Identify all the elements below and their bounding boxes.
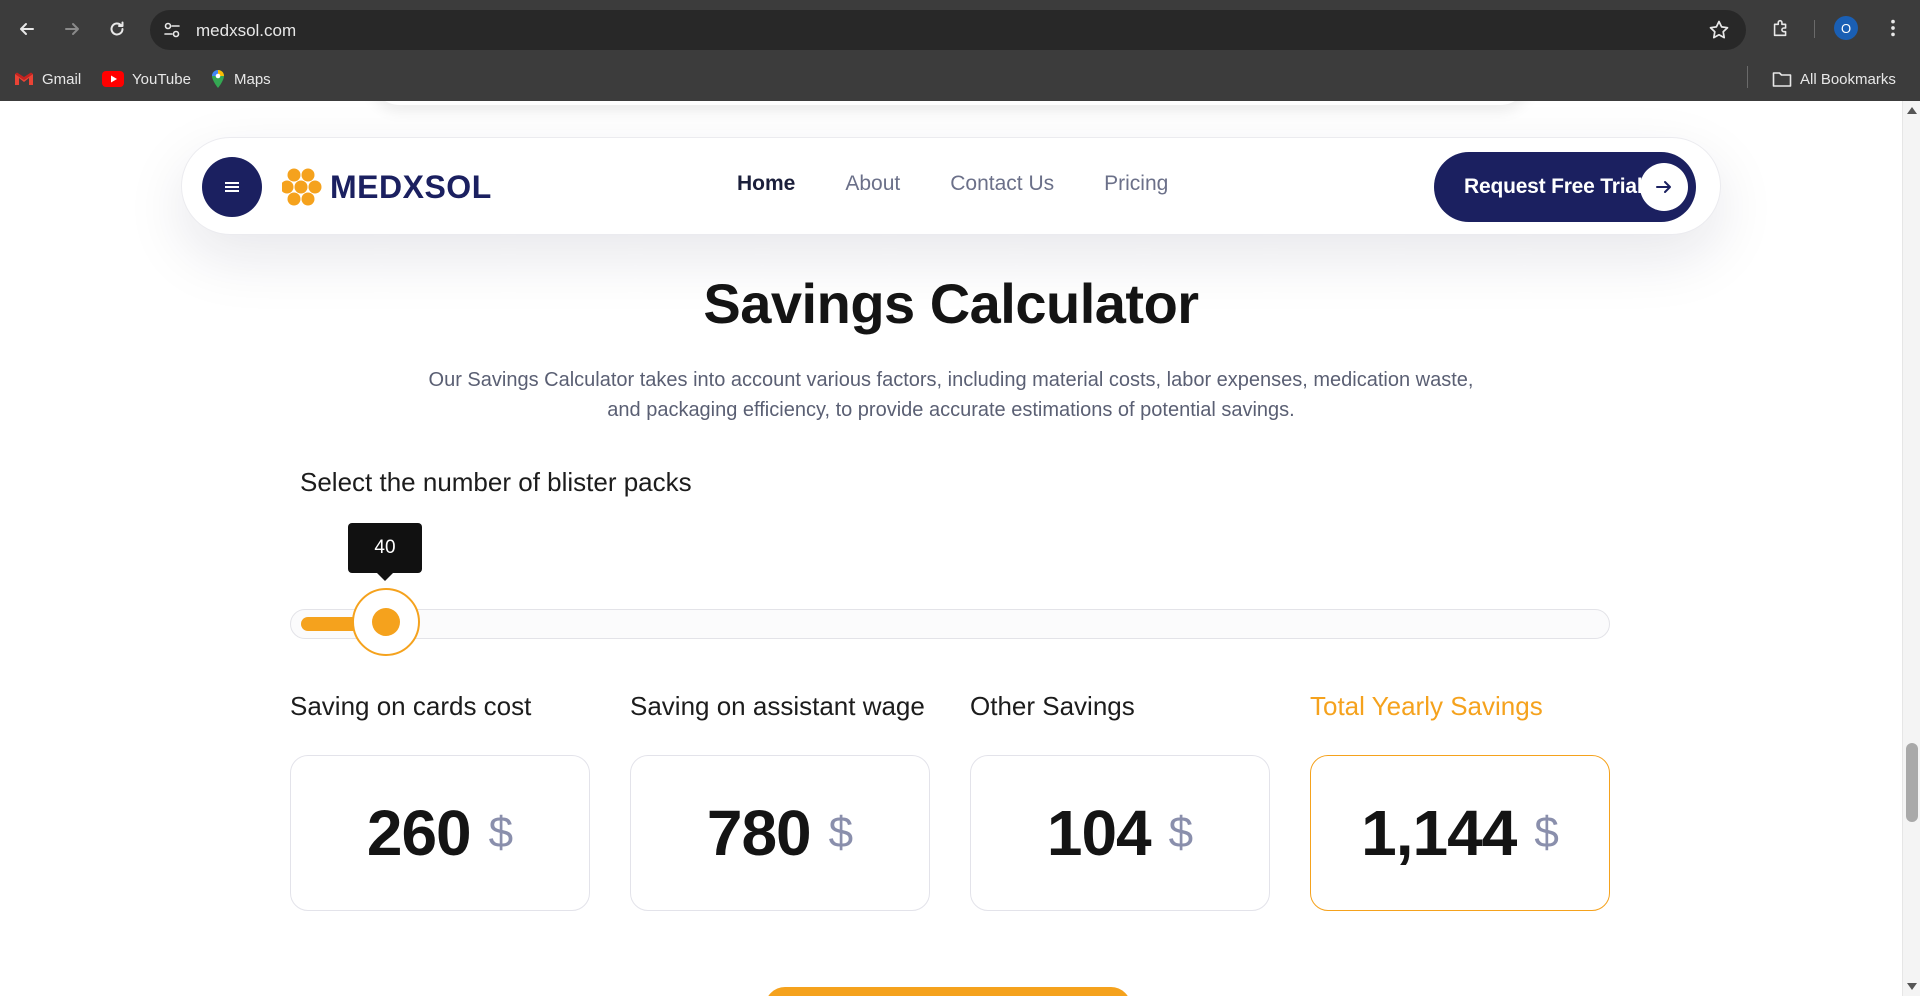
previous-header-shadow (370, 101, 1530, 105)
profile-avatar[interactable]: O (1834, 16, 1858, 40)
bookmark-star-icon[interactable] (1708, 19, 1730, 41)
currency-unit: $ (828, 808, 854, 857)
hamburger-icon (225, 186, 239, 188)
stat-value: 1,144 (1361, 797, 1517, 869)
stat-value: 780 (706, 797, 812, 869)
stat-card-other-savings: 104 $ (970, 755, 1270, 911)
currency-unit: $ (1168, 808, 1194, 857)
all-bookmarks-label: All Bookmarks (1800, 70, 1896, 88)
extensions-button[interactable] (1768, 15, 1794, 41)
stat-label-other-savings: Other Savings (970, 691, 1135, 721)
stat-value: 104 (1046, 797, 1152, 869)
site-header: MEDXSOL Home About Contact Us Pricing Re… (181, 137, 1721, 235)
currency-unit: $ (488, 808, 514, 857)
section-title: Savings Calculator (703, 272, 1199, 335)
nav-pricing[interactable]: Pricing (1104, 172, 1168, 196)
bookmark-label: Maps (234, 70, 271, 88)
forward-arrow-icon (65, 23, 79, 35)
maps-icon (212, 70, 224, 88)
cta-label: Request Free Trial (1464, 175, 1643, 198)
browser-menu-button[interactable] (1880, 15, 1906, 41)
stat-card-cards-cost: 260 $ (290, 755, 590, 911)
back-button[interactable] (12, 14, 42, 44)
toolbar-divider (1814, 20, 1815, 38)
all-bookmarks-button[interactable]: All Bookmarks (1772, 66, 1896, 92)
bookmarks-bar: Gmail YouTube Maps All Bookmarks (0, 58, 1920, 101)
hamburger-menu-button[interactable] (202, 157, 262, 217)
section-subtitle: Our Savings Calculator takes into accoun… (428, 369, 1474, 421)
nav-about[interactable]: About (845, 172, 900, 196)
site-settings-icon[interactable] (162, 20, 182, 40)
puzzle-icon (1773, 19, 1787, 37)
slider-thumb[interactable] (352, 588, 420, 656)
stat-card-assistant-wage: 780 $ (630, 755, 930, 911)
stat-label-total-yearly: Total Yearly Savings (1310, 691, 1543, 721)
slider-label: Select the number of blister packs (300, 467, 692, 497)
scrollbar-thumb[interactable] (1906, 743, 1918, 822)
browser-toolbar: medxsol.com O (0, 0, 1920, 58)
gmail-icon (15, 72, 33, 85)
scroll-down-arrow-icon[interactable] (1907, 983, 1917, 990)
calculate-button[interactable] (765, 987, 1131, 996)
page-viewport: MEDXSOL Home About Contact Us Pricing Re… (0, 101, 1902, 996)
stat-label-cards-cost: Saving on cards cost (290, 691, 532, 721)
bookmark-youtube[interactable]: YouTube (102, 66, 191, 92)
blister-packs-slider-track[interactable] (290, 609, 1610, 639)
browser-chrome: medxsol.com O Gmail YouTube Maps All Boo… (0, 0, 1920, 101)
address-bar[interactable]: medxsol.com (150, 10, 1746, 50)
honeycomb-logo-icon (282, 168, 322, 206)
kebab-menu-icon (1891, 19, 1895, 37)
stat-value: 260 (366, 797, 472, 869)
bookmark-label: Gmail (42, 70, 82, 88)
page-scrollbar[interactable] (1902, 101, 1920, 996)
arrow-right-icon (1640, 163, 1688, 211)
request-free-trial-button[interactable]: Request Free Trial (1434, 152, 1696, 222)
stat-label-assistant-wage: Saving on assistant wage (630, 691, 925, 721)
reload-button[interactable] (102, 14, 132, 44)
reload-icon (110, 21, 124, 36)
bookmarks-divider (1747, 66, 1748, 88)
forward-button[interactable] (57, 14, 87, 44)
slider-thumb-core (372, 608, 400, 636)
bookmark-maps[interactable]: Maps (210, 66, 271, 92)
scroll-up-arrow-icon[interactable] (1907, 107, 1917, 114)
nav-contact-us[interactable]: Contact Us (950, 172, 1054, 196)
site-logo[interactable]: MEDXSOL (282, 166, 492, 208)
currency-unit: $ (1534, 808, 1559, 857)
bookmark-label: YouTube (132, 70, 191, 88)
youtube-icon (102, 71, 124, 87)
slider-value-tooltip: 40 (348, 523, 422, 581)
nav-home[interactable]: Home (737, 172, 795, 196)
main-nav: Home About Contact Us Pricing (737, 172, 1168, 196)
logo-text: MEDXSOL (330, 168, 492, 205)
folder-icon (1772, 72, 1792, 87)
bookmark-gmail[interactable]: Gmail (14, 66, 81, 92)
back-arrow-icon (20, 23, 34, 35)
stat-card-total-yearly: 1,144 $ (1310, 755, 1610, 911)
url-text: medxsol.com (196, 21, 297, 40)
